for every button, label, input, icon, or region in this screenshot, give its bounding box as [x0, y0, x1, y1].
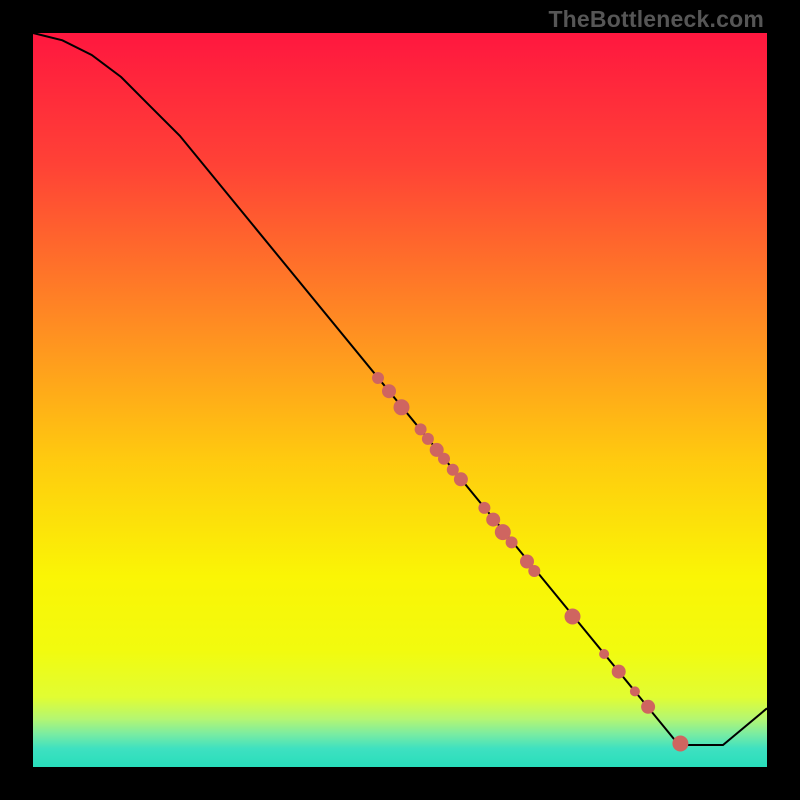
chart-overlay [33, 33, 767, 767]
data-point [630, 686, 640, 696]
watermark-text: TheBottleneck.com [548, 6, 764, 33]
data-point [528, 565, 540, 577]
data-point [372, 372, 384, 384]
data-point [394, 399, 410, 415]
data-point [672, 736, 688, 752]
data-point [486, 513, 500, 527]
data-point [565, 609, 581, 625]
data-point [454, 472, 468, 486]
data-point [612, 665, 626, 679]
data-point [415, 423, 427, 435]
bottleneck-curve [33, 33, 767, 745]
data-point [422, 433, 434, 445]
data-point [506, 536, 518, 548]
data-point [438, 453, 450, 465]
data-point [641, 700, 655, 714]
data-point [382, 384, 396, 398]
data-point [478, 502, 490, 514]
outer-frame: TheBottleneck.com [0, 0, 800, 800]
data-point [599, 649, 609, 659]
